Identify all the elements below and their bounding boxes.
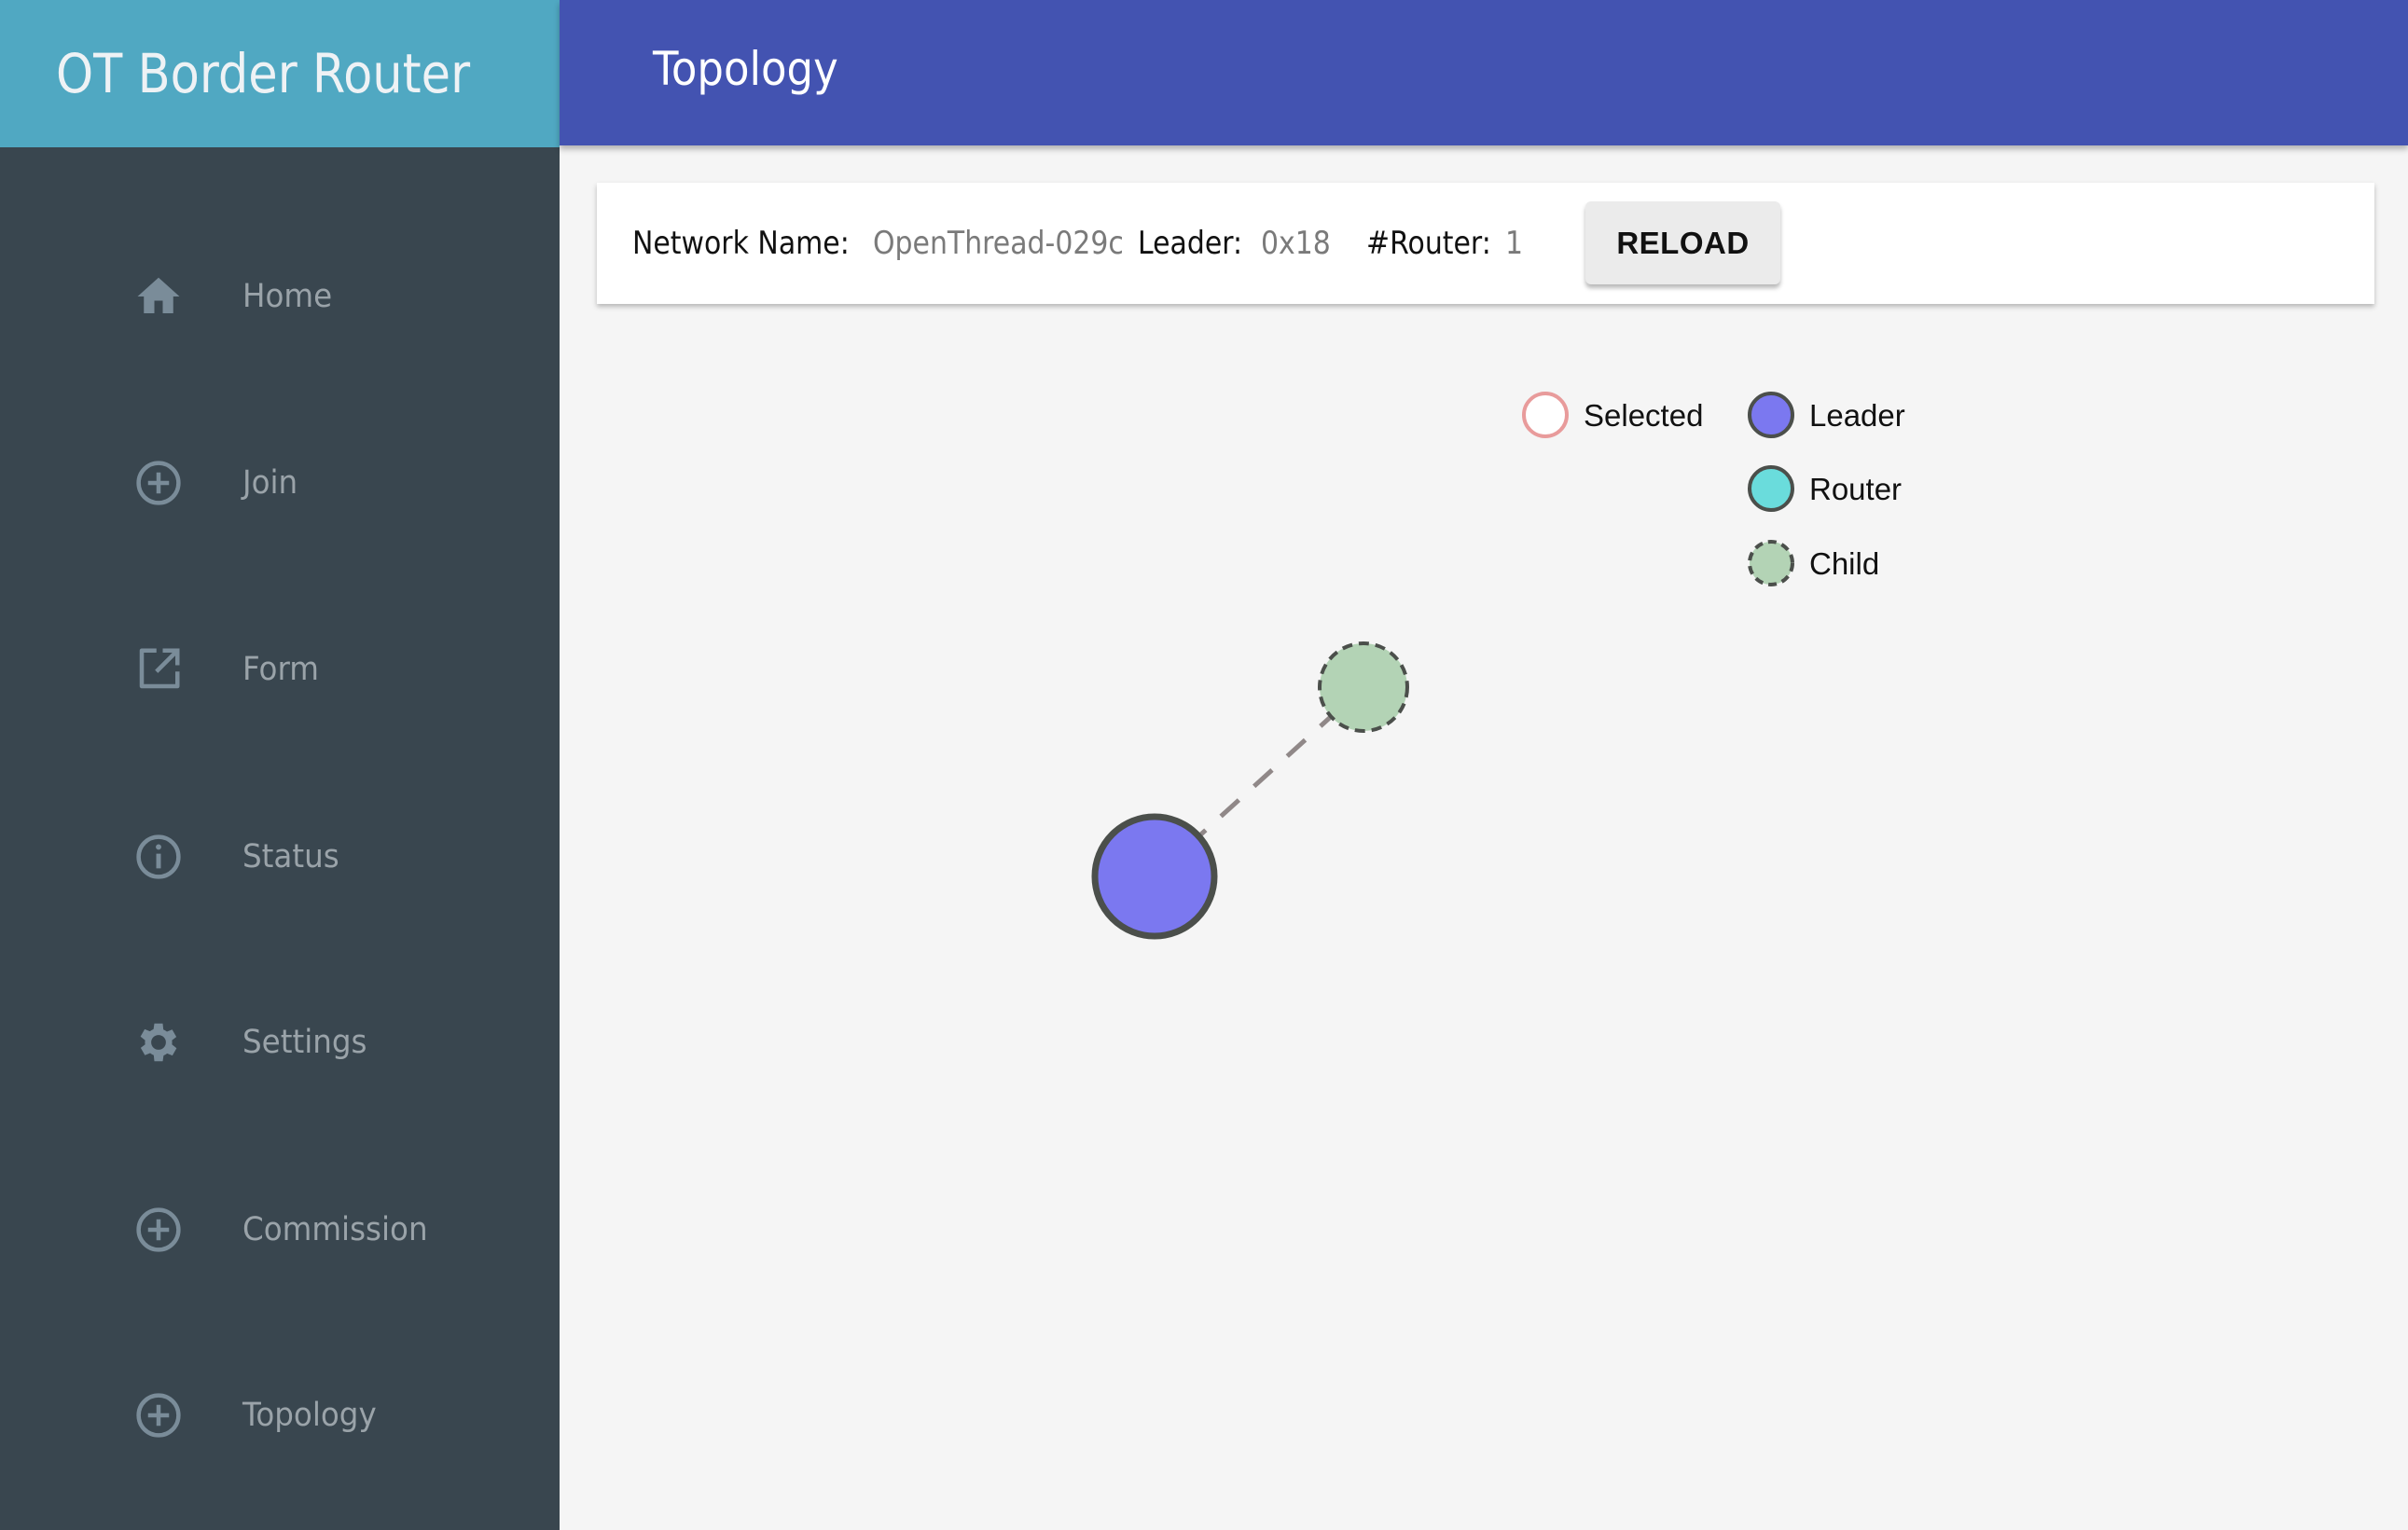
leader-field: Leader: [1138,183,1256,304]
sidebar-item-settings[interactable]: Settings [0,986,560,1098]
legend-item-leader: Leader [1748,392,1905,438]
sidebar-item-label: Join [242,464,298,502]
leader-value-wrap: 0x18 [1261,183,1340,304]
reload-button[interactable]: RELOAD [1585,201,1780,284]
legend-label-leader: Leader [1809,398,1905,433]
router-count-value: 1 [1505,225,1524,262]
sidebar-item-label: Topology [242,1397,377,1434]
network-name-field: Network Name: [632,183,879,304]
legend-swatch-leader [1748,392,1794,438]
leader-value: 0x18 [1261,225,1331,262]
sidebar-item-status[interactable]: Status [0,801,560,913]
app-title: OT Border Router [56,42,471,105]
legend-label-router: Router [1809,472,1902,506]
router-count-value-wrap: 1 [1505,183,1526,304]
legend-item-selected: Selected [1522,392,1703,438]
legend-swatch-router [1748,465,1794,512]
add-circle-icon [131,1202,187,1258]
open-in-new-icon [131,641,187,697]
page-title: Topology [653,42,838,96]
topology-node-leader[interactable] [1091,813,1218,940]
sidebar-item-home[interactable]: Home [0,241,560,352]
sidebar-item-form[interactable]: Form [0,613,560,725]
sidebar-item-label: Form [242,651,319,688]
router-count-field: #Router: [1366,183,1508,304]
legend-item-child: Child [1748,540,1879,586]
topology-graph: Selected Leader Router Child [1091,392,1905,940]
top-app-bar: Topology [560,0,2408,145]
sidebar-item-label: Settings [242,1024,367,1061]
network-name-label: Network Name: [632,225,850,262]
legend-label-child: Child [1809,546,1879,581]
sidebar-item-join[interactable]: Join [0,427,560,539]
legend-swatch-selected [1522,392,1569,438]
topology-node-child[interactable] [1318,641,1409,733]
topology-nodes [1091,641,1409,940]
network-name-value-wrap: OpenThread-029c [873,183,1158,304]
legend-swatch-child [1748,540,1794,586]
router-count-label: #Router: [1366,225,1491,262]
sidebar-item-label: Status [242,838,339,875]
sidebar: Home Join Form Status Settings Commissio… [0,147,560,1530]
sidebar-item-commission[interactable]: Commission [0,1174,560,1286]
sidebar-item-topology[interactable]: Topology [0,1359,560,1471]
gear-icon [131,1014,187,1070]
info-icon [131,829,187,885]
legend: Selected Leader Router Child [1522,392,1905,586]
legend-label-selected: Selected [1584,398,1703,433]
legend-item-router: Router [1748,465,1902,512]
add-circle-icon [131,455,187,511]
network-name-value: OpenThread-029c [873,225,1124,262]
home-icon [131,269,187,324]
sidebar-item-label: Home [242,278,333,315]
sidebar-item-label: Commission [242,1211,428,1248]
add-circle-icon [131,1387,187,1443]
brand-bar: OT Border Router [0,0,560,147]
leader-label: Leader: [1138,225,1243,262]
network-info-card: Network Name: OpenThread-029c Leader: 0x… [597,183,2374,304]
